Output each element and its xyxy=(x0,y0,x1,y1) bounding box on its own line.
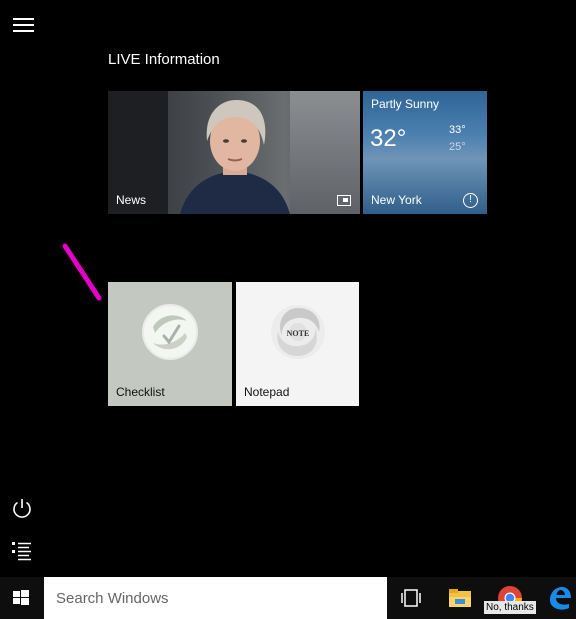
notepad-app-icon: NOTE xyxy=(271,305,325,359)
weather-low: 25° xyxy=(449,141,466,153)
news-tile[interactable]: News xyxy=(108,91,360,214)
search-input[interactable]: Search Windows xyxy=(44,577,387,619)
checklist-tile[interactable]: Checklist xyxy=(108,282,232,406)
notepad-tile-label: Notepad xyxy=(244,385,290,399)
news-tile-label: News xyxy=(116,193,147,207)
annotation-stroke xyxy=(62,243,102,301)
tile-group-title: LIVE Information xyxy=(108,51,220,68)
notepad-logo-text: NOTE xyxy=(287,329,310,338)
search-placeholder: Search Windows xyxy=(56,590,169,607)
news-icon xyxy=(337,195,351,206)
news-photo-person xyxy=(180,99,290,214)
task-view-icon[interactable] xyxy=(400,587,422,609)
checklist-app-icon xyxy=(142,304,198,360)
windows-start-icon[interactable] xyxy=(0,577,42,619)
all-apps-list-icon[interactable] xyxy=(11,540,33,562)
weather-temperature: 32° xyxy=(370,125,407,152)
notification-dismiss-text[interactable]: No, thanks xyxy=(484,601,536,614)
file-explorer-icon[interactable] xyxy=(447,585,473,611)
weather-condition: Partly Sunny xyxy=(371,97,440,111)
hamburger-menu-icon[interactable] xyxy=(13,18,34,32)
checklist-tile-label: Checklist xyxy=(116,385,165,399)
power-icon[interactable] xyxy=(11,497,33,519)
weather-location: New York xyxy=(371,193,422,207)
weather-high: 33° xyxy=(449,124,466,136)
weather-tile[interactable]: Partly Sunny 32° 33° 25° New York ! xyxy=(363,91,487,214)
notepad-tile[interactable]: NOTE Notepad xyxy=(236,282,359,406)
edge-icon[interactable] xyxy=(547,585,573,611)
info-icon: ! xyxy=(463,193,478,208)
